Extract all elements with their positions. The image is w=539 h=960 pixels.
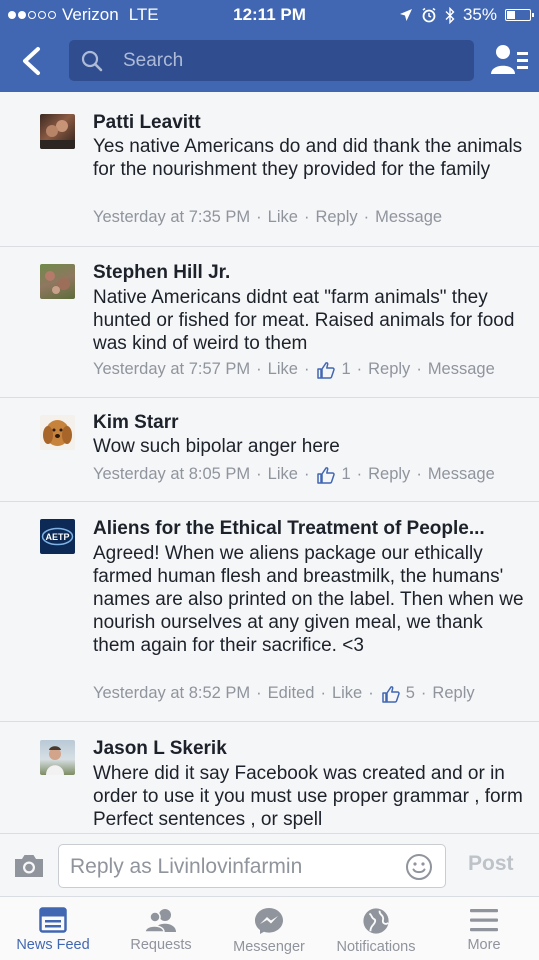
comment-list: Patti Leavitt Yes native Americans do an… [0,92,539,833]
reply-input[interactable]: Reply as Livinlovinfarmin [58,844,446,888]
tab-messenger[interactable]: Messenger [218,897,320,960]
location-arrow-icon [399,9,412,21]
friend-requests-icon [144,909,176,933]
status-bar: Verizon LTE 12:11 PM 35% [0,0,539,32]
comment-text: Native Americans didnt eat "farm animals… [93,287,515,354]
chevron-left-icon [23,47,40,75]
like-link[interactable]: Like [332,684,362,703]
comment-timestamp[interactable]: Yesterday at 7:35 PM [93,208,250,227]
search-placeholder: Search [123,50,184,71]
comment-meta: Yesterday at 7:35 PM · Like · Reply · Me… [93,208,443,227]
comment-text: Yes native Americans do and did thank th… [93,136,523,180]
emoji-button[interactable] [405,853,433,881]
comment-author[interactable]: Kim Starr [93,412,179,434]
like-count[interactable]: 1 [341,360,350,379]
bluetooth-icon [445,6,455,24]
comment: AETP Aliens for the Ethical Treatment of… [0,502,539,722]
reply-link[interactable]: Reply [368,360,410,379]
reply-link[interactable]: Reply [315,208,357,227]
comment: Patti Leavitt Yes native Americans do an… [0,92,539,247]
comment-author[interactable]: Aliens for the Ethical Treatment of Peop… [93,518,485,540]
battery-percent: 35% [462,5,497,24]
tab-more[interactable]: More [433,897,535,960]
tab-requests[interactable]: Requests [110,897,212,960]
smiley-icon [406,854,432,880]
avatar[interactable] [40,114,75,149]
news-feed-icon [39,907,67,933]
search-input[interactable]: Search [69,40,474,81]
avatar[interactable] [40,264,75,299]
comment-meta: Yesterday at 7:57 PM · Like · 1 · Reply … [93,360,495,379]
reply-link[interactable]: Reply [368,465,410,484]
tab-label: Requests [130,937,192,953]
message-link[interactable]: Message [375,208,442,227]
comment-meta: Yesterday at 8:52 PM · Edited · Like · 5… [93,684,475,703]
comment: Jason L Skerik Where did it say Facebook… [0,722,539,833]
avatar[interactable] [40,415,75,450]
thumbs-up-icon [317,361,336,379]
comment: Stephen Hill Jr. Native Americans didnt … [0,247,539,398]
avatar-logo-text: AETP [45,532,69,542]
tab-label: More [467,937,501,953]
tab-label: Notifications [336,939,416,955]
search-icon [81,50,103,72]
camera-icon [15,855,43,877]
like-link[interactable]: Like [268,360,298,379]
avatar[interactable] [40,740,75,775]
comment-meta: Yesterday at 8:05 PM · Like · 1 · Reply … [93,465,495,484]
comment-author[interactable]: Stephen Hill Jr. [93,262,230,284]
tab-bar: News Feed Requests Messenger Notificatio… [0,896,539,960]
hamburger-menu-icon [470,909,498,932]
comment-author[interactable]: Patti Leavitt [93,112,201,134]
post-button[interactable]: Post [468,852,514,876]
comment-text: Agreed! When we aliens package our ethic… [93,543,524,656]
battery-icon [505,9,534,21]
comment-timestamp[interactable]: Yesterday at 8:52 PM [93,684,250,703]
alarm-icon [422,7,436,23]
header: Verizon LTE 12:11 PM 35% Search [0,0,539,92]
tab-label: Messenger [233,939,305,955]
edited-label[interactable]: Edited [268,684,315,703]
comment-text: Wow such bipolar anger here [93,436,340,457]
reply-link[interactable]: Reply [432,684,474,703]
friends-list-button[interactable] [490,42,530,78]
comment-author[interactable]: Jason L Skerik [93,738,227,760]
comment: Kim Starr Wow such bipolar anger here Ye… [0,398,539,502]
thumbs-up-icon [317,466,336,484]
like-link[interactable]: Like [268,208,298,227]
reply-bar: Reply as Livinlovinfarmin Post [0,833,539,896]
avatar[interactable]: AETP [40,519,75,554]
thumbs-up-icon [381,685,400,703]
message-link[interactable]: Message [428,360,495,379]
tab-notifications[interactable]: Notifications [325,897,427,960]
camera-button[interactable] [13,852,45,880]
comment-timestamp[interactable]: Yesterday at 7:57 PM [93,360,250,379]
back-button[interactable] [14,42,50,80]
comment-text: Where did it say Facebook was created an… [93,763,523,830]
messenger-icon [255,908,283,934]
like-link[interactable]: Like [268,465,298,484]
tab-news-feed[interactable]: News Feed [2,897,104,960]
friends-list-icon [491,45,528,74]
reply-placeholder: Reply as Livinlovinfarmin [70,855,303,878]
comment-timestamp[interactable]: Yesterday at 8:05 PM [93,465,250,484]
message-link[interactable]: Message [428,465,495,484]
tab-label: News Feed [16,937,90,953]
globe-icon [363,908,389,934]
like-count[interactable]: 5 [406,684,415,703]
like-count[interactable]: 1 [341,465,350,484]
